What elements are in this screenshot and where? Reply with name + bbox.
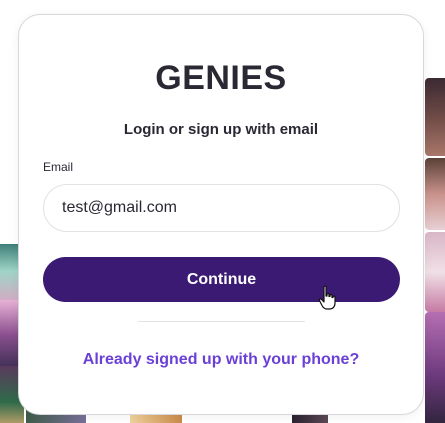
logo-wordmark: GENIES (155, 61, 286, 93)
avatar-image (425, 232, 445, 312)
divider (138, 321, 305, 322)
email-field[interactable] (43, 184, 400, 232)
avatar-image (425, 158, 445, 230)
genies-logo: GENIES (19, 61, 423, 93)
email-label: Email (43, 160, 74, 174)
login-modal: GENIES Login or sign up with email Email… (18, 14, 424, 415)
continue-button[interactable]: Continue (43, 257, 400, 302)
genies-logo-mark: GENIES (155, 61, 286, 93)
avatar-image (425, 312, 445, 423)
avatar-image (425, 78, 445, 156)
phone-login-link[interactable]: Already signed up with your phone? (19, 351, 423, 369)
login-subtitle: Login or sign up with email (123, 121, 319, 138)
hand-pointer-icon (318, 285, 338, 316)
